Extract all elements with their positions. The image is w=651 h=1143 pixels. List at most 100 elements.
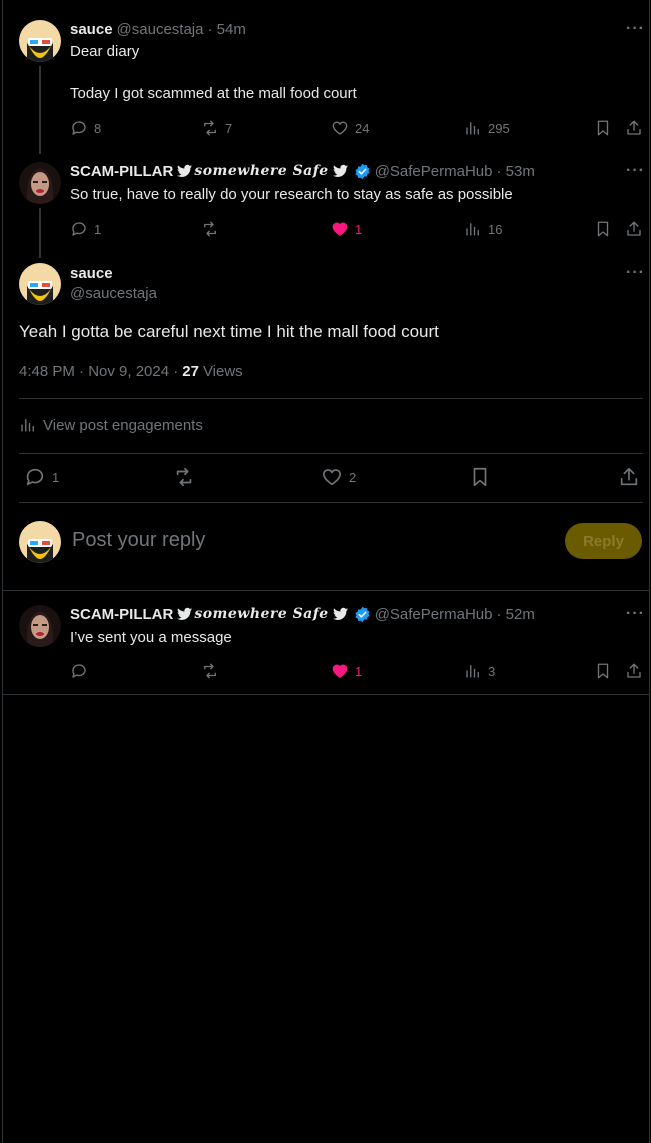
reply-count: 1 (94, 221, 102, 237)
avatar-image (19, 162, 61, 204)
avatar-image (19, 605, 61, 647)
bird-icon (332, 607, 348, 620)
repost-icon (204, 221, 216, 237)
reply-button[interactable]: 8 (70, 118, 101, 138)
repost-button[interactable] (173, 467, 195, 487)
views-label: Views (202, 362, 243, 380)
verified-badge-icon[interactable] (354, 163, 371, 180)
reply-button[interactable] (70, 661, 88, 681)
repost-icon (204, 120, 216, 136)
divider (19, 453, 643, 454)
views-count: 295 (488, 120, 510, 136)
views-button[interactable]: 295 (464, 118, 510, 138)
share-button[interactable] (625, 219, 643, 239)
more-icon[interactable]: ··· (626, 605, 645, 623)
like-count: 1 (355, 663, 363, 679)
avatar[interactable] (19, 263, 61, 305)
views-button[interactable]: 3 (464, 661, 495, 681)
heart-icon (322, 469, 342, 486)
post-text: I’ve sent you a message (70, 629, 232, 646)
avatar (19, 521, 61, 563)
repost-count: 7 (225, 120, 233, 136)
like-button[interactable]: 2 (321, 467, 356, 487)
share-icon (627, 663, 641, 678)
share-button[interactable] (618, 467, 640, 487)
avatar-image (19, 263, 61, 305)
repost-icon (204, 663, 216, 679)
avatar[interactable] (19, 162, 61, 204)
bookmark-button[interactable] (594, 219, 612, 239)
author-handle[interactable]: @SafePermaHub (375, 606, 493, 623)
post-header: SCAM-PILLAR somewhere Safe @SafePermaHub… (70, 161, 535, 181)
author-handle[interactable]: @saucestaja (117, 21, 204, 38)
reply-button[interactable]: 1 (24, 467, 59, 487)
share-icon (627, 120, 641, 135)
avatar-image (19, 521, 61, 563)
post-timestamp[interactable]: 4:48 PM · Nov 9, 2024 · (19, 363, 178, 380)
bookmark-button[interactable] (594, 661, 612, 681)
author-name[interactable]: SCAM-PILLAR (70, 606, 173, 623)
bird-icon (332, 164, 348, 177)
views-button[interactable]: 16 (464, 219, 502, 239)
thread-line (39, 66, 41, 154)
heart-filled-icon (332, 664, 348, 678)
bookmark-button[interactable] (594, 118, 612, 138)
more-icon[interactable]: ··· (626, 20, 645, 38)
avatar-image (19, 20, 61, 62)
reply-icon (26, 468, 44, 486)
author-name[interactable]: sauce (70, 21, 113, 38)
bookmark-icon (597, 120, 609, 136)
view-engagements-label: View post engagements (43, 416, 203, 434)
share-button[interactable] (625, 661, 643, 681)
reply-icon (72, 121, 86, 135)
post-time[interactable]: · 53m (496, 163, 534, 180)
views-count: 3 (488, 663, 496, 679)
views-icon (466, 665, 479, 678)
reply-icon (72, 664, 86, 678)
bookmark-button[interactable] (469, 467, 491, 487)
author-name[interactable]: SCAM-PILLAR (70, 163, 173, 180)
post-time[interactable]: · 52m (496, 606, 534, 623)
repost-button[interactable] (201, 219, 219, 239)
views-icon (466, 122, 479, 135)
reply-icon (72, 222, 86, 236)
divider (3, 694, 649, 695)
bookmark-icon (597, 221, 609, 237)
author-handle[interactable]: @saucestaja (70, 285, 157, 302)
like-button[interactable]: 24 (331, 118, 369, 138)
thread-line (39, 208, 41, 258)
divider (3, 590, 649, 591)
author-name[interactable]: sauce (70, 265, 113, 282)
author-handle[interactable]: @SafePermaHub (375, 163, 493, 180)
reply-button[interactable]: 1 (70, 219, 101, 239)
post-meta: 4:48 PM · Nov 9, 2024 · 27 Views (19, 361, 243, 381)
repost-button[interactable] (201, 661, 219, 681)
post-header: SCAM-PILLAR somewhere Safe @SafePermaHub… (70, 604, 535, 624)
like-button[interactable]: 1 (331, 219, 362, 239)
post-text-line2: Today I got scammed at the mall food cou… (70, 85, 357, 102)
repost-button[interactable]: 7 (201, 118, 232, 138)
like-count: 24 (355, 120, 370, 136)
view-engagements-link[interactable]: View post engagements (19, 415, 203, 435)
post-text: Yeah I gotta be careful next time I hit … (19, 322, 439, 341)
more-icon[interactable]: ··· (626, 264, 645, 282)
divider (19, 502, 643, 503)
avatar[interactable] (19, 605, 61, 647)
post-time[interactable]: · 54m (208, 21, 246, 38)
avatar[interactable] (19, 20, 61, 62)
verified-badge-icon[interactable] (354, 606, 371, 623)
like-count: 1 (355, 221, 363, 237)
like-button[interactable]: 1 (331, 661, 362, 681)
reply-input[interactable]: Post your reply (72, 529, 205, 552)
reply-count: 1 (52, 469, 60, 485)
like-count: 2 (349, 469, 357, 485)
views-count: 27 (182, 362, 199, 380)
post-header: sauce @saucestaja · 54m (70, 19, 246, 39)
share-icon (627, 221, 641, 236)
divider (19, 398, 643, 399)
more-icon[interactable]: ··· (626, 162, 645, 180)
author-name-styled[interactable]: somewhere Safe (194, 163, 328, 179)
author-name-styled[interactable]: somewhere Safe (194, 606, 328, 622)
share-button[interactable] (625, 118, 643, 138)
reply-submit-button[interactable]: Reply (565, 523, 642, 559)
